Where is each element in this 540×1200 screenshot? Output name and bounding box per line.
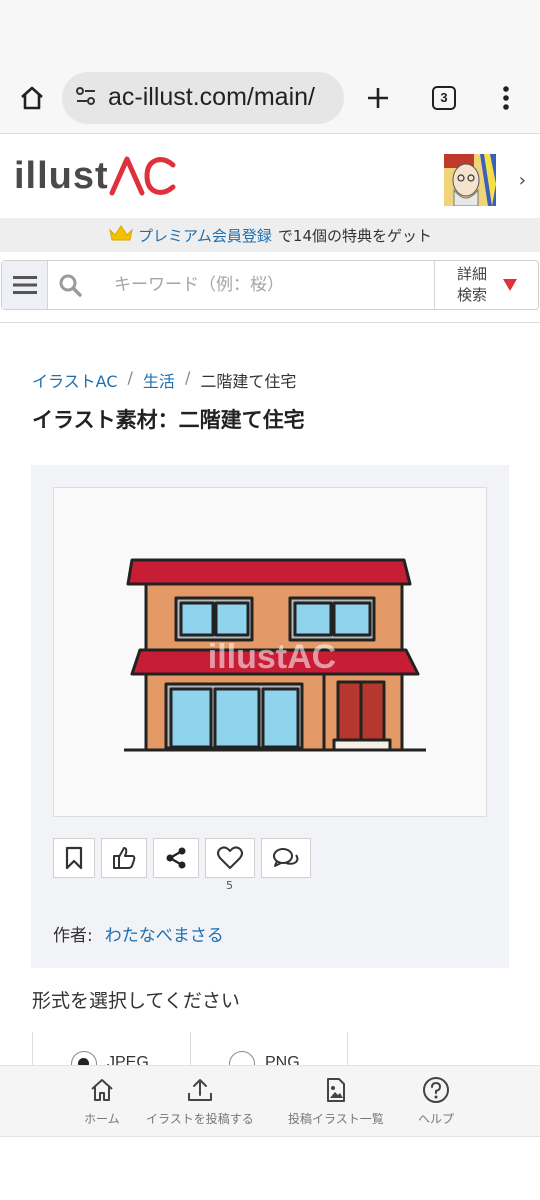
breadcrumb-link-home[interactable]: イラストAC <box>32 368 118 392</box>
browser-toolbar: ac-illust.com/main/ 3 <box>0 62 540 134</box>
dropdown-triangle-icon <box>503 279 518 291</box>
comment-icon <box>273 848 299 867</box>
nav-home-label: ホーム <box>84 1112 120 1126</box>
hamburger-icon <box>12 276 37 294</box>
bottom-nav: ホーム イラストを投稿する 投稿イラスト一覧 ヘルプ <box>0 1065 540 1137</box>
share-icon <box>166 847 186 869</box>
address-bar[interactable]: ac-illust.com/main/ <box>62 71 344 124</box>
share-button[interactable] <box>153 838 199 878</box>
page-title: イラスト素材：二階建て住宅 <box>32 408 305 432</box>
breadcrumb-separator: / <box>127 368 133 387</box>
breadcrumb-separator: / <box>184 368 191 387</box>
more-menu-icon[interactable] <box>486 78 526 118</box>
home-icon[interactable] <box>12 78 52 118</box>
upload-icon <box>186 1074 214 1106</box>
author-link[interactable]: わたなべまさる <box>105 926 224 946</box>
illustration-image[interactable]: illustAC <box>53 487 487 817</box>
tab-switcher-button[interactable]: 3 <box>424 78 464 118</box>
breadcrumb-current: 二階建て住宅 <box>200 372 297 391</box>
search-input[interactable] <box>92 261 434 309</box>
advanced-search-button[interactable]: 詳細 検索 <box>434 261 538 309</box>
help-icon <box>422 1074 450 1106</box>
breadcrumb-link-category[interactable]: 生活 <box>143 368 175 392</box>
advanced-search-label-2: 検索 <box>457 286 488 304</box>
nav-my-illustrations[interactable]: 投稿イラスト一覧 <box>288 1074 384 1127</box>
logo-ac-mark <box>109 156 176 196</box>
site-header: illust › <box>0 134 540 218</box>
format-title: 形式を選択してください <box>32 990 240 1012</box>
menu-button[interactable] <box>2 261 48 309</box>
thumbs-up-button[interactable] <box>101 838 147 878</box>
chevron-right-icon[interactable]: › <box>519 170 526 191</box>
advanced-search-label-1: 詳細 <box>457 265 488 283</box>
nav-upload[interactable]: イラストを投稿する <box>146 1074 254 1127</box>
nav-help-label: ヘルプ <box>418 1112 455 1126</box>
image-file-icon <box>325 1074 347 1106</box>
favorite-button[interactable] <box>205 838 255 878</box>
new-tab-icon[interactable] <box>358 78 398 118</box>
site-logo[interactable]: illust <box>14 155 177 198</box>
divider <box>0 322 540 323</box>
nav-my-illustrations-label: 投稿イラスト一覧 <box>288 1112 384 1126</box>
logo-text: illust <box>14 154 109 197</box>
action-buttons <box>53 838 311 878</box>
search-icon[interactable] <box>48 261 92 309</box>
nav-upload-label: イラストを投稿する <box>146 1112 254 1126</box>
home-icon <box>89 1074 115 1106</box>
nav-home[interactable]: ホーム <box>84 1074 120 1127</box>
breadcrumb: イラストAC / 生活 / 二階建て住宅 <box>32 368 296 392</box>
comment-button[interactable] <box>261 838 311 878</box>
crown-icon <box>108 224 134 246</box>
watermark-text: illustAC <box>208 638 336 676</box>
bookmark-button[interactable] <box>53 838 95 878</box>
premium-signup-link[interactable]: プレミアム会員登録 <box>138 225 272 246</box>
search-bar: 詳細 検索 <box>1 260 539 310</box>
premium-benefit-text: で14個の特典をゲット <box>277 226 433 245</box>
author-label: 作者: <box>53 926 93 946</box>
bookmark-icon <box>65 846 83 870</box>
heart-icon <box>217 846 243 869</box>
thumbs-up-icon <box>113 847 136 869</box>
premium-banner[interactable]: プレミアム会員登録 で14個の特典をゲット <box>0 218 540 252</box>
avatar[interactable] <box>444 154 496 206</box>
site-settings-icon[interactable] <box>74 84 98 112</box>
status-area <box>0 0 540 62</box>
author-line: 作者: わたなべまさる <box>53 921 224 946</box>
like-count: 5 <box>226 879 233 892</box>
url-text: ac-illust.com/main/ <box>108 83 315 111</box>
search-section: 詳細 検索 <box>0 260 540 320</box>
illustration-card: illustAC 5 作者: わたなべまさる <box>31 465 509 968</box>
nav-help[interactable]: ヘルプ <box>418 1074 454 1127</box>
tab-count: 3 <box>432 85 456 110</box>
